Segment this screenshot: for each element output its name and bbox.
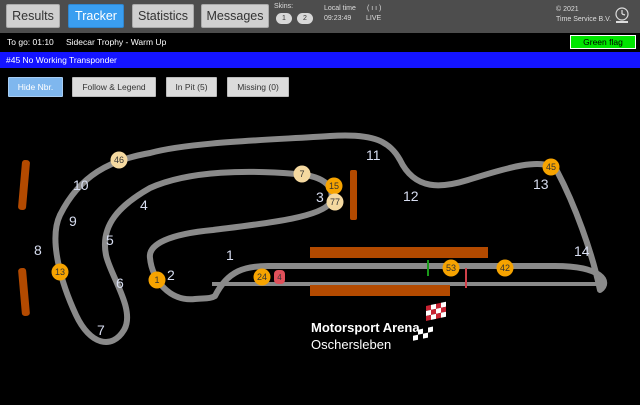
competitor-24[interactable]: 24 (253, 268, 271, 286)
corner-12: 12 (403, 188, 419, 204)
competitor-45[interactable]: 45 (542, 158, 560, 176)
corner-5: 5 (106, 232, 114, 248)
svg-text:45: 45 (546, 162, 556, 172)
corner-1: 1 (226, 247, 234, 263)
svg-text:13: 13 (55, 267, 65, 277)
corner-2: 2 (167, 267, 175, 283)
competitor-7[interactable]: 7 (293, 165, 311, 183)
corner-8: 8 (34, 242, 42, 258)
svg-text:4: 4 (277, 273, 282, 282)
svg-text:53: 53 (446, 263, 456, 273)
competitor-1[interactable]: 1 (148, 271, 166, 289)
svg-text:15: 15 (329, 181, 339, 191)
svg-text:42: 42 (500, 263, 510, 273)
corner-3: 3 (316, 189, 324, 205)
circuit-logo: Motorsport Arena Oschersleben (311, 301, 446, 352)
logo-subtitle: Oschersleben (311, 337, 391, 352)
track-map: 1 2 3 4 5 6 7 8 9 10 11 12 13 14 46 7 15… (18, 132, 608, 352)
corner-13: 13 (533, 176, 549, 192)
competitor-53[interactable]: 53 (442, 259, 460, 277)
svg-text:77: 77 (330, 197, 340, 207)
circuit-path (52, 132, 608, 345)
competitor-42[interactable]: 42 (496, 259, 514, 277)
barrier-hairpin (350, 170, 357, 220)
competitor-77[interactable]: 77 (326, 193, 344, 211)
corner-7: 7 (97, 322, 105, 338)
competitor-46[interactable]: 46 (110, 151, 128, 169)
corner-4: 4 (140, 197, 148, 213)
pit-wall-lower (310, 285, 450, 296)
barrier-left-lower (18, 267, 30, 317)
corner-9: 9 (69, 213, 77, 229)
corner-10: 10 (73, 177, 89, 193)
competitor-4[interactable]: 4 (274, 270, 285, 284)
logo-title: Motorsport Arena (311, 320, 420, 335)
barrier-left-upper (18, 159, 30, 211)
svg-text:1: 1 (154, 275, 159, 285)
pit-wall-upper (310, 247, 488, 258)
competitor-15[interactable]: 15 (325, 177, 343, 195)
corner-14: 14 (574, 243, 590, 259)
svg-text:24: 24 (257, 272, 267, 282)
corner-11: 11 (366, 147, 381, 163)
competitor-13[interactable]: 13 (51, 263, 69, 281)
svg-text:46: 46 (114, 155, 124, 165)
corner-6: 6 (116, 275, 124, 291)
svg-text:7: 7 (299, 169, 304, 179)
